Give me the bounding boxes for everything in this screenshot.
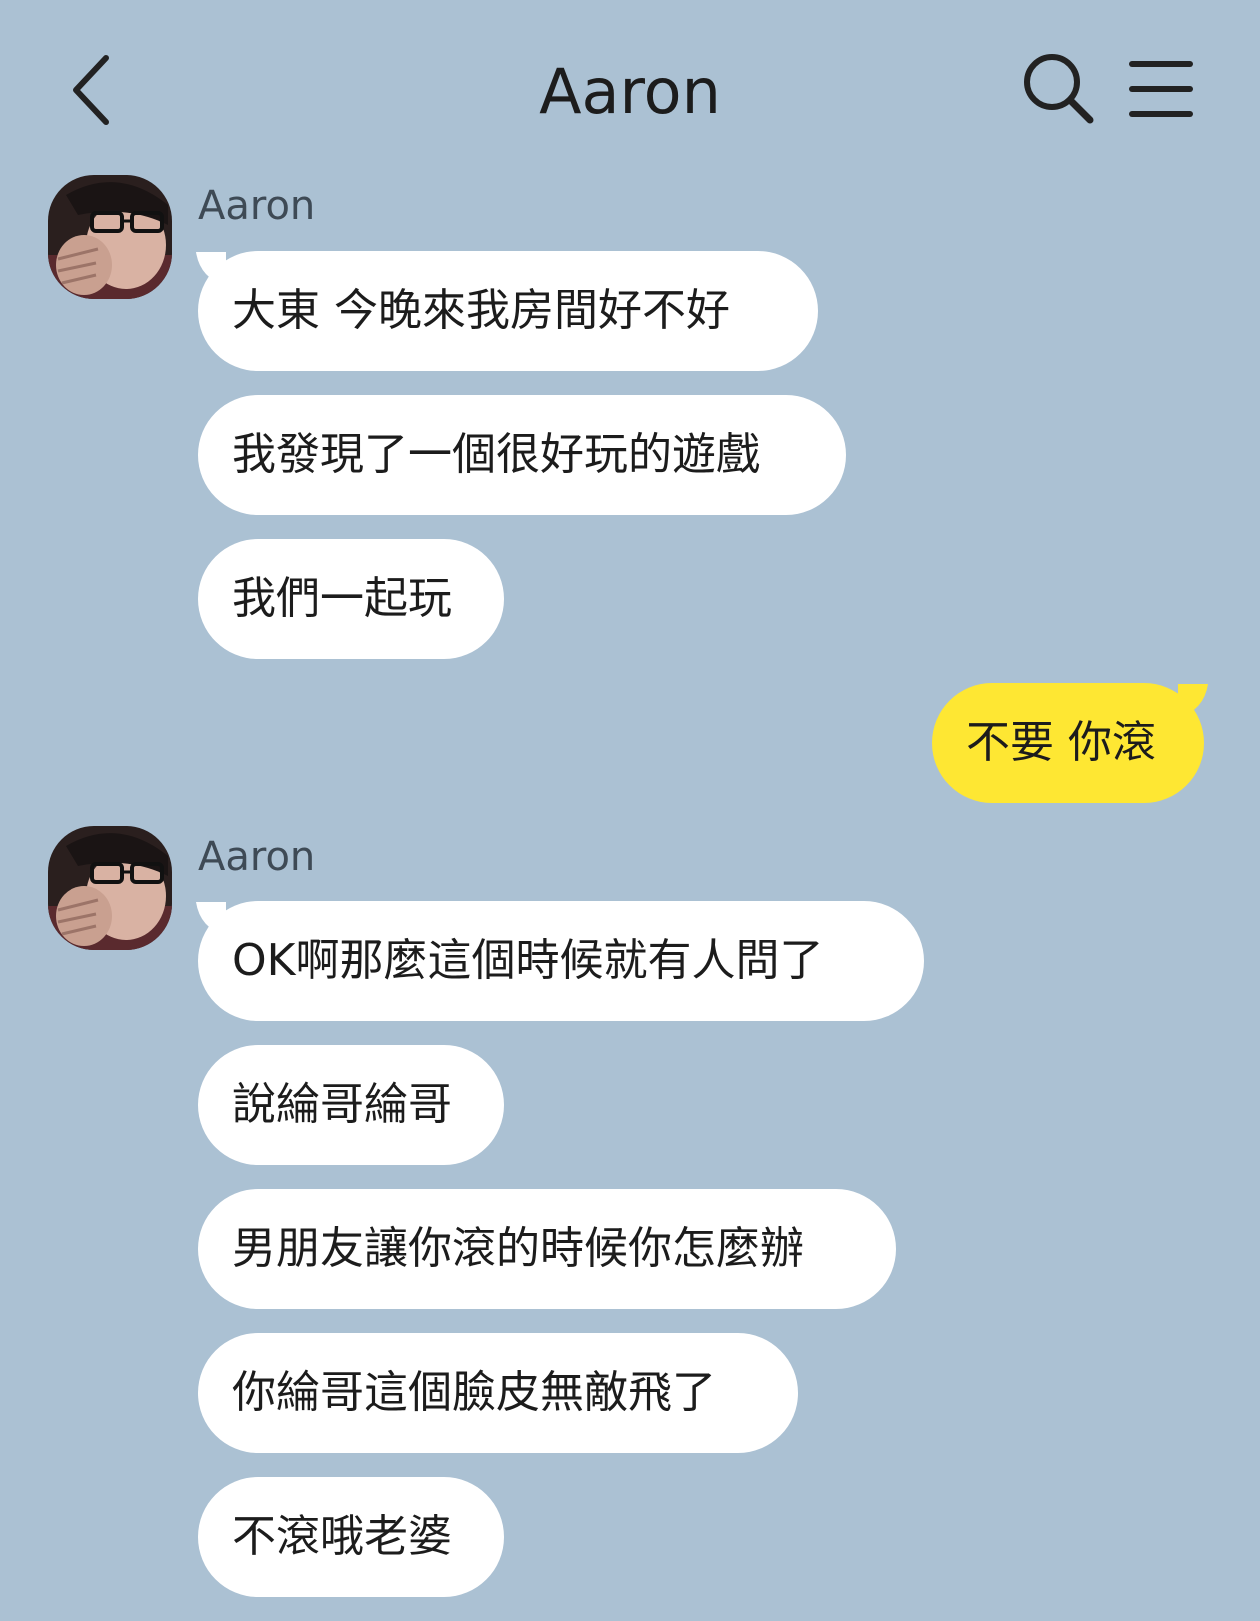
avatar[interactable]: [48, 175, 172, 299]
message-bubble-outgoing[interactable]: 不要 你滾: [932, 683, 1204, 803]
message-bubble[interactable]: OK啊那麼這個時候就有人問了: [198, 901, 924, 1021]
message-bubble[interactable]: 不滾哦老婆: [198, 1477, 504, 1597]
profile-photo: [48, 826, 172, 950]
message-bubble[interactable]: 大東 今晚來我房間好不好: [198, 251, 818, 371]
search-icon: [1024, 54, 1094, 124]
hamburger-menu-icon: [1129, 61, 1193, 117]
message-bubble[interactable]: 說綸哥綸哥: [198, 1045, 504, 1165]
sender-name: Aaron: [198, 183, 316, 229]
menu-button[interactable]: [1128, 58, 1194, 120]
sender-name: Aaron: [198, 834, 316, 880]
search-button[interactable]: [1022, 52, 1098, 128]
message-bubble[interactable]: 我發現了一個很好玩的遊戲: [198, 395, 846, 515]
message-bubble[interactable]: 我們一起玩: [198, 539, 504, 659]
message-bubble[interactable]: 男朋友讓你滾的時候你怎麼辦: [198, 1189, 896, 1309]
avatar[interactable]: [48, 826, 172, 950]
profile-photo: [48, 175, 172, 299]
chat-header: Aaron: [0, 0, 1260, 170]
message-bubble[interactable]: 你綸哥這個臉皮無敵飛了: [198, 1333, 798, 1453]
